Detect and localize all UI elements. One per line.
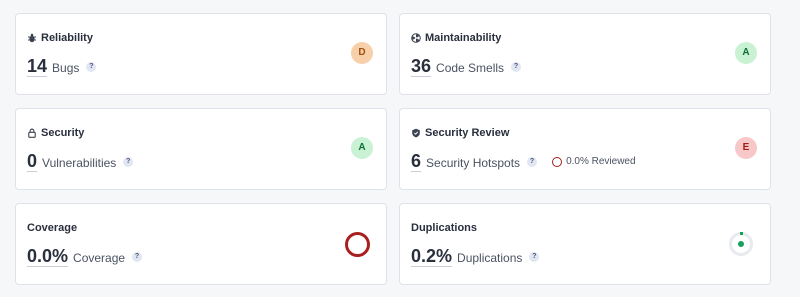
duplications-label: Duplications	[457, 251, 523, 265]
coverage-donut-icon	[345, 232, 370, 257]
vulnerabilities-count[interactable]: 0	[27, 151, 38, 172]
maintainability-title-text: Maintainability	[425, 32, 502, 44]
lock-icon	[28, 128, 36, 138]
security-grade-badge[interactable]: A	[351, 137, 373, 159]
help-icon[interactable]: ?	[86, 61, 97, 72]
duplications-value[interactable]: 0.2%	[411, 246, 453, 267]
security-title-text: Security	[41, 127, 85, 139]
reliability-grade-badge[interactable]: D	[351, 42, 373, 64]
hotspots-reviewed: 0.0% Reviewed	[552, 156, 636, 167]
measures-overview: Reliability 14 Bugs ? D Maintainability …	[0, 0, 800, 297]
security-card: Security 0 Vulnerabilities ? A	[15, 108, 387, 190]
bugs-label: Bugs	[52, 61, 80, 75]
security-metric: 0 Vulnerabilities ?	[27, 151, 134, 172]
help-icon[interactable]: ?	[527, 156, 538, 167]
security-hotspots-label: Security Hotspots	[426, 156, 521, 170]
duplications-progress-tick	[740, 232, 743, 235]
bug-icon	[28, 33, 36, 43]
duplications-donut-icon	[729, 232, 753, 256]
reliability-metric: 14 Bugs ?	[27, 56, 97, 77]
security-review-title: Security Review	[411, 127, 509, 139]
help-icon[interactable]: ?	[529, 251, 540, 262]
coverage-value[interactable]: 0.0%	[27, 246, 69, 267]
hotspots-reviewed-text[interactable]: 0.0% Reviewed	[566, 156, 635, 167]
maintainability-grade-badge[interactable]: A	[735, 42, 757, 64]
coverage-card: Coverage 0.0% Coverage ?	[15, 203, 387, 285]
coverage-metric: 0.0% Coverage ?	[27, 246, 143, 267]
coverage-title-text: Coverage	[27, 222, 78, 234]
duplications-title-text: Duplications	[411, 222, 478, 234]
duplications-dot-icon	[738, 241, 744, 247]
maintainability-metric: 36 Code Smells ?	[411, 56, 522, 77]
reliability-card: Reliability 14 Bugs ? D	[15, 13, 387, 95]
security-title: Security	[27, 127, 84, 139]
maintainability-card: Maintainability 36 Code Smells ? A	[399, 13, 771, 95]
help-icon[interactable]: ?	[132, 251, 143, 262]
maintainability-title: Maintainability	[411, 32, 501, 44]
reliability-title-text: Reliability	[41, 32, 93, 44]
bugs-count[interactable]: 14	[27, 56, 48, 77]
duplications-title: Duplications	[411, 222, 477, 234]
radiation-icon	[411, 33, 421, 43]
security-review-metric: 6 Security Hotspots ? 0.0% Reviewed	[411, 151, 636, 172]
security-review-title-text: Security Review	[425, 127, 510, 139]
security-review-card: Security Review 6 Security Hotspots ? 0.…	[399, 108, 771, 190]
vulnerabilities-label: Vulnerabilities	[42, 156, 117, 170]
coverage-title: Coverage	[27, 222, 77, 234]
shield-icon	[412, 128, 420, 138]
reliability-title: Reliability	[27, 32, 93, 44]
reviewed-ring-icon	[552, 156, 563, 167]
duplications-card: Duplications 0.2% Duplications ?	[399, 203, 771, 285]
help-icon[interactable]: ?	[123, 156, 134, 167]
code-smells-label: Code Smells	[436, 61, 505, 75]
security-hotspots-count[interactable]: 6	[411, 151, 422, 172]
security-review-grade-badge[interactable]: E	[735, 137, 757, 159]
duplications-metric: 0.2% Duplications ?	[411, 246, 540, 267]
code-smells-count[interactable]: 36	[411, 56, 432, 77]
coverage-label: Coverage	[73, 251, 126, 265]
help-icon[interactable]: ?	[511, 61, 522, 72]
